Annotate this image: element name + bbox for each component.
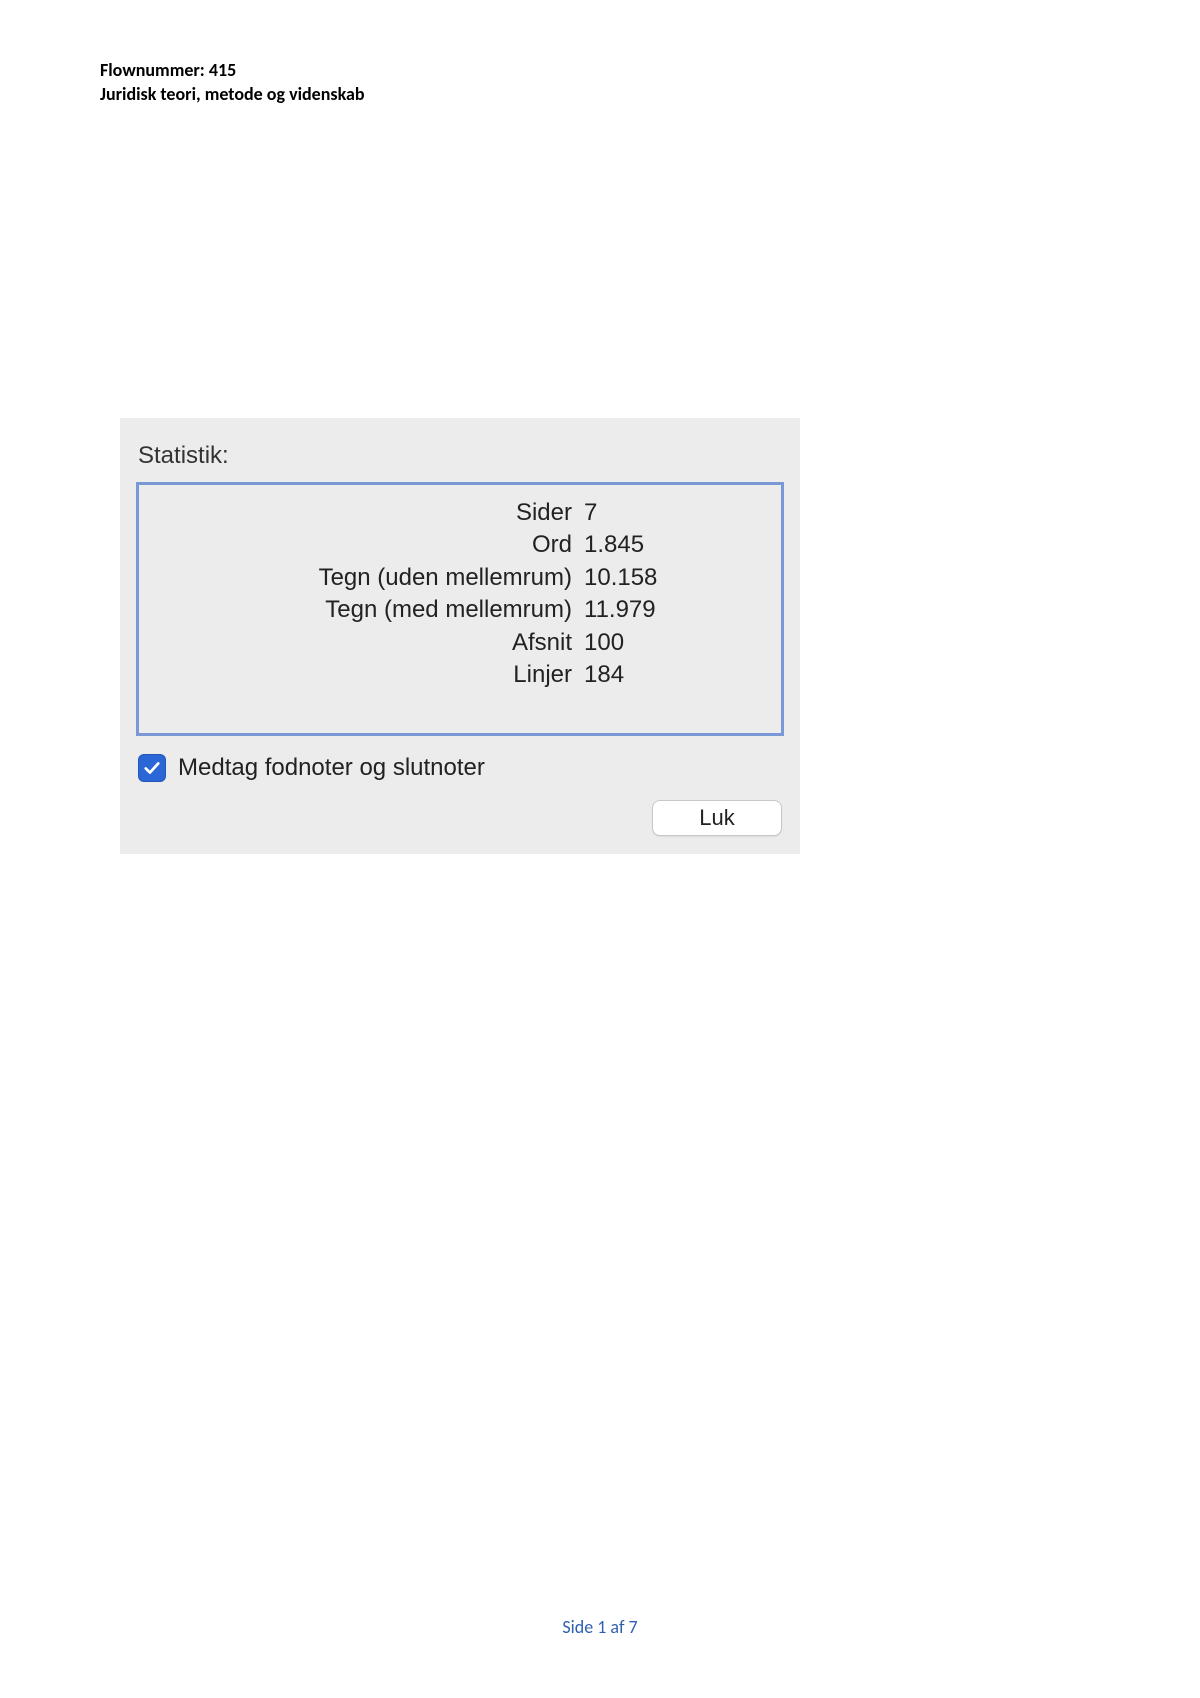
stat-value: 10.158 <box>584 562 657 594</box>
statistics-dialog: Statistik: Sider 7 Ord 1.845 Tegn (uden … <box>120 418 800 854</box>
stat-value: 11.979 <box>584 594 656 626</box>
stat-value: 100 <box>584 627 624 659</box>
stat-value: 1.845 <box>584 529 644 561</box>
stat-value: 184 <box>584 659 624 691</box>
stat-row-lines: Linjer 184 <box>169 659 751 691</box>
stat-label: Tegn (uden mellemrum) <box>169 562 584 594</box>
statistics-box: Sider 7 Ord 1.845 Tegn (uden mellemrum) … <box>136 482 784 736</box>
stat-row-pages: Sider 7 <box>169 497 751 529</box>
include-footnotes-row[interactable]: Medtag fodnoter og slutnoter <box>138 754 800 782</box>
stat-row-chars-space: Tegn (med mellemrum) 11.979 <box>169 594 751 626</box>
stat-value: 7 <box>584 497 597 529</box>
stat-label: Linjer <box>169 659 584 691</box>
dialog-title: Statistik: <box>138 442 800 470</box>
page-number-footer: Side 1 af 7 <box>0 1616 1200 1638</box>
dialog-button-row: Luk <box>120 800 782 836</box>
checkbox-checked-icon[interactable] <box>138 754 166 782</box>
checkbox-label: Medtag fodnoter og slutnoter <box>178 754 485 782</box>
stat-label: Ord <box>169 529 584 561</box>
header-line-2: Juridisk teori, metode og videnskab <box>100 82 365 106</box>
stat-row-words: Ord 1.845 <box>169 529 751 561</box>
stat-label: Tegn (med mellemrum) <box>169 594 584 626</box>
stat-row-chars-nospace: Tegn (uden mellemrum) 10.158 <box>169 562 751 594</box>
stat-row-paragraphs: Afsnit 100 <box>169 627 751 659</box>
stat-label: Afsnit <box>169 627 584 659</box>
stat-label: Sider <box>169 497 584 529</box>
document-header: Flownummer: 415 Juridisk teori, metode o… <box>100 58 365 107</box>
close-button[interactable]: Luk <box>652 800 782 836</box>
header-line-1: Flownummer: 415 <box>100 58 365 82</box>
